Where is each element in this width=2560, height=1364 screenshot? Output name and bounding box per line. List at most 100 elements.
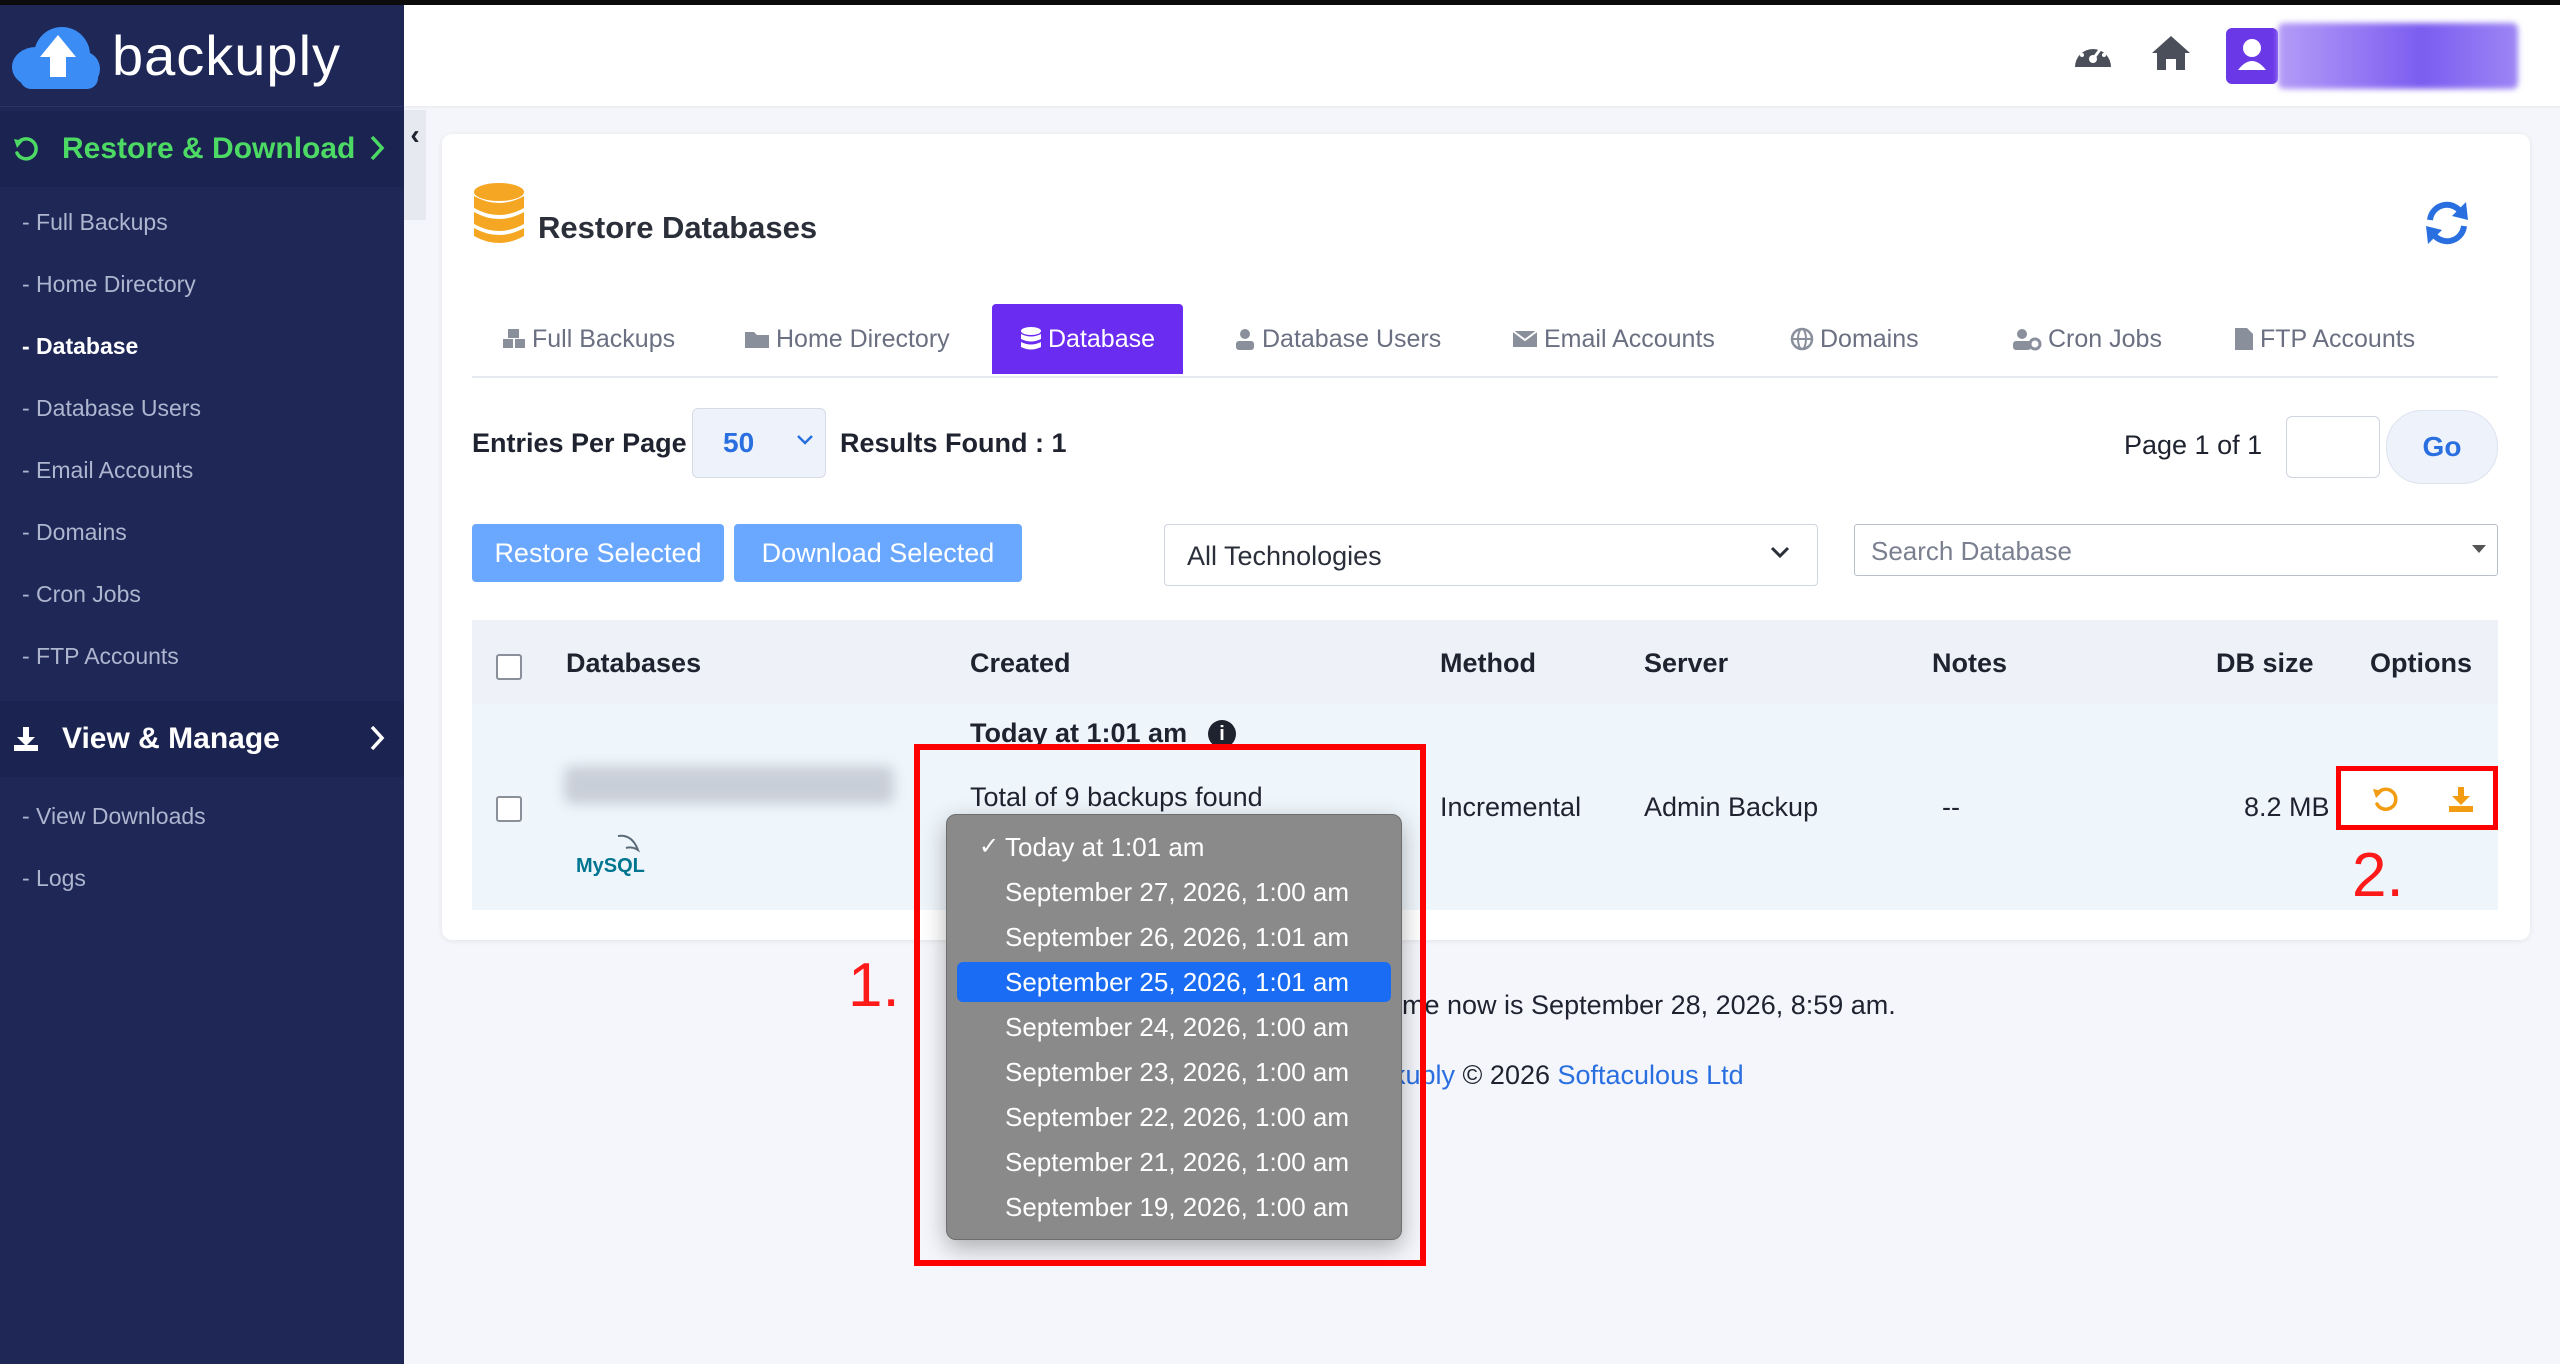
page-indicator: Page 1 of 1 — [2124, 430, 2263, 460]
user-avatar-icon[interactable] — [2226, 28, 2278, 84]
tab-ftp-accounts[interactable]: FTP Accounts — [2234, 304, 2415, 374]
page-title: Restore Databases — [538, 210, 818, 245]
download-tray-icon — [14, 727, 38, 751]
tab-home-directory[interactable]: Home Directory — [744, 304, 950, 374]
sidebar-collapse-toggle[interactable]: ‹ — [404, 110, 426, 220]
sidebar: backuply Restore & Download - Full Backu… — [0, 5, 404, 1364]
col-server[interactable]: Server — [1644, 648, 1728, 679]
server-value: Admin Backup — [1644, 792, 1819, 822]
technology-select[interactable]: All Technologies — [1164, 524, 1818, 586]
options-highlight — [2336, 766, 2498, 830]
tab-cron-jobs[interactable]: Cron Jobs — [2012, 304, 2162, 374]
top-header — [404, 5, 2560, 106]
cloud-upload-icon — [6, 21, 102, 91]
sidebar-item-cron-jobs[interactable]: - Cron Jobs — [0, 563, 404, 625]
sidebar-item-database[interactable]: - Database — [0, 315, 404, 377]
results-found: Results Found : 1 — [840, 428, 1067, 458]
home-icon[interactable] — [2150, 33, 2192, 78]
chevron-down-icon — [1770, 546, 1790, 559]
dashboard-gauge-icon[interactable] — [2072, 33, 2114, 78]
file-icon — [2235, 328, 2253, 350]
tab-database-users[interactable]: Database Users — [1234, 304, 1441, 374]
mysql-logo: MySQL — [574, 832, 654, 881]
copyright-text: © 2026 — [1455, 1060, 1558, 1090]
database-stack-icon — [474, 183, 524, 243]
footer-copyright: kuply © 2026 Softaculous Ltd — [1392, 1060, 1744, 1091]
col-created[interactable]: Created — [970, 648, 1071, 679]
user-icon — [1236, 329, 1254, 350]
notes-value: -- — [1942, 792, 1960, 822]
refresh-icon[interactable] — [2422, 198, 2472, 253]
category-tabs: Full Backups Home Directory Database Dat… — [472, 304, 2498, 378]
col-notes[interactable]: Notes — [1932, 648, 2007, 679]
entries-per-page-select[interactable]: 50 — [692, 408, 826, 478]
col-db-size[interactable]: DB size — [2216, 648, 2314, 679]
chevron-down-icon — [797, 435, 813, 445]
sidebar-item-logs[interactable]: - Logs — [0, 847, 404, 909]
sidebar-item-email-accounts[interactable]: - Email Accounts — [0, 439, 404, 501]
database-icon — [1021, 327, 1041, 350]
softaculous-link[interactable]: Softaculous Ltd — [1558, 1060, 1744, 1090]
tab-label: Full Backups — [532, 324, 676, 353]
col-method[interactable]: Method — [1440, 648, 1536, 679]
view-manage-section[interactable]: View & Manage — [0, 701, 404, 777]
chevron-right-icon — [370, 725, 385, 751]
tab-label: Cron Jobs — [2048, 324, 2162, 353]
tab-label: Home Directory — [776, 324, 950, 353]
sidebar-item-ftp-accounts[interactable]: - FTP Accounts — [0, 625, 404, 687]
tab-domains[interactable]: Domains — [1790, 304, 1919, 374]
select-all-checkbox[interactable] — [496, 654, 522, 680]
restore-databases-card: Restore Databases Full Backups Home Dire… — [442, 134, 2530, 940]
envelope-icon — [1512, 330, 1538, 347]
db-size-value: 8.2 MB — [2244, 792, 2330, 822]
table-header: Databases Created Method Server Notes DB… — [472, 620, 2498, 704]
annotation-marker-2: 2. — [2352, 841, 2404, 910]
svg-text:MySQL: MySQL — [576, 855, 645, 876]
go-button[interactable]: Go — [2386, 410, 2498, 484]
globe-icon — [1790, 327, 1814, 351]
sidebar-item-full-backups[interactable]: - Full Backups — [0, 191, 404, 253]
annotation-marker-1: 1. — [848, 951, 900, 1020]
tab-label: Domains — [1820, 324, 1919, 353]
tab-label: Email Accounts — [1544, 324, 1715, 353]
sidebar-item-home-directory[interactable]: - Home Directory — [0, 253, 404, 315]
sidebar-item-domains[interactable]: - Domains — [0, 501, 404, 563]
database-name-redacted — [564, 766, 894, 804]
restore-icon — [14, 137, 38, 161]
chevron-right-icon — [370, 135, 385, 161]
restore-download-section[interactable]: Restore & Download — [0, 111, 404, 187]
tab-database[interactable]: Database — [992, 304, 1184, 374]
folder-icon — [745, 332, 769, 348]
tab-email-accounts[interactable]: Email Accounts — [1512, 304, 1715, 374]
page-number-input[interactable] — [2286, 416, 2380, 478]
col-options: Options — [2370, 648, 2472, 678]
table-row: MySQL Today at 1:01 am i Total of 9 back… — [472, 704, 2498, 910]
tab-label: Database Users — [1262, 324, 1442, 353]
restore-submenu: - Full Backups - Home Directory - Databa… — [0, 187, 404, 701]
col-databases[interactable]: Databases — [566, 648, 701, 679]
row-checkbox[interactable] — [496, 796, 522, 822]
restore-selected-button[interactable]: Restore Selected — [472, 524, 724, 582]
server-time-text: me now is September 28, 2026, 8:59 am. — [1402, 990, 1896, 1020]
tab-full-backups[interactable]: Full Backups — [502, 304, 675, 374]
brand-logo[interactable]: backuply — [0, 5, 404, 107]
method-value: Incremental — [1440, 792, 1582, 822]
tab-label: Database — [1048, 324, 1156, 353]
sidebar-item-database-users[interactable]: - Database Users — [0, 377, 404, 439]
users-cog-icon — [2013, 329, 2042, 351]
entries-value: 50 — [723, 427, 755, 458]
user-name-redacted[interactable] — [2278, 23, 2518, 89]
collapse-chevron: ‹ — [410, 119, 420, 150]
view-submenu: - View Downloads - Logs — [0, 777, 404, 923]
technology-value: All Technologies — [1187, 541, 1382, 571]
cubes-icon — [503, 329, 525, 348]
brand-name: backuply — [112, 24, 342, 87]
dropdown-highlight — [914, 744, 1426, 1266]
restore-icon[interactable] — [2371, 785, 2399, 813]
download-selected-button[interactable]: Download Selected — [734, 524, 1022, 582]
download-icon[interactable] — [2447, 785, 2475, 813]
view-section-label: View & Manage — [62, 722, 280, 755]
sidebar-item-view-downloads[interactable]: - View Downloads — [0, 785, 404, 847]
entries-per-page-label: Entries Per Page — [472, 428, 687, 458]
search-database-select[interactable]: Search Database — [1854, 524, 2498, 576]
